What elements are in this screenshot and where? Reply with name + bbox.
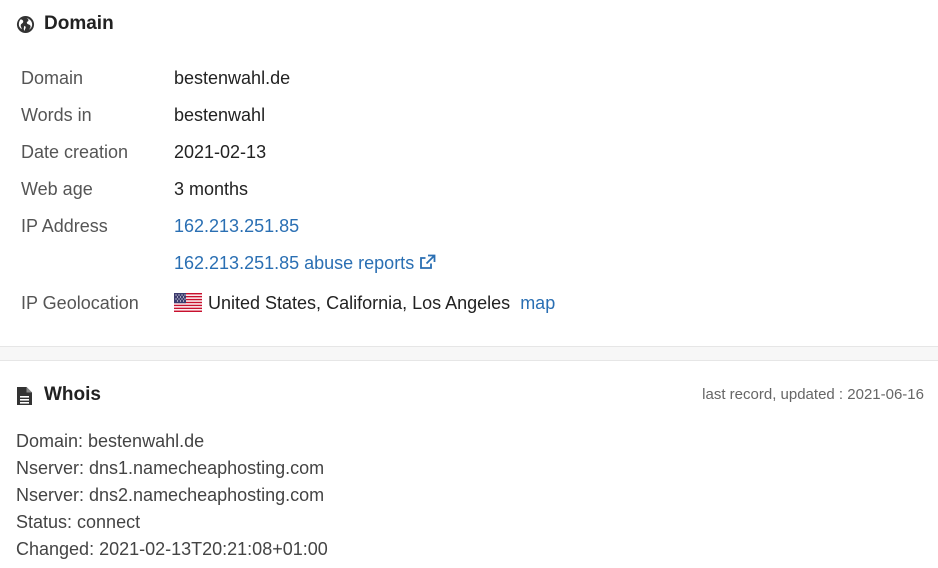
ip-address-link[interactable]: 162.213.251.85 <box>174 216 299 236</box>
domain-info-table: Domain bestenwahl.de Words in bestenwahl… <box>21 60 555 324</box>
document-icon <box>16 386 35 405</box>
table-row-ip-address: IP Address 162.213.251.85 <box>21 208 555 245</box>
domain-section: Domain Domain bestenwahl.de Words in bes… <box>0 0 938 346</box>
whois-section-header: Whois <box>16 384 101 406</box>
ip-geolocation-value: United States, California, Los Angeles <box>208 292 511 313</box>
web-age-label: Web age <box>21 179 93 199</box>
whois-section-title: Whois <box>44 384 101 405</box>
table-row-domain: Domain bestenwahl.de <box>21 60 555 97</box>
whois-line: Domain: bestenwahl.de <box>16 431 205 451</box>
domain-label: Domain <box>21 68 84 88</box>
abuse-reports-link-text: 162.213.251.85 abuse reports <box>174 252 415 273</box>
external-link-icon <box>419 254 436 275</box>
whois-line: Changed: 2021-02-13T20:21:08+01:00 <box>16 539 328 559</box>
table-row-date-creation: Date creation 2021-02-13 <box>21 134 555 171</box>
whois-updated-text: last record, updated : 2021-06-16 <box>702 386 924 403</box>
whois-line: Nserver: dns1.namecheaphosting.com <box>16 458 325 478</box>
date-creation-value: 2021-02-13 <box>174 142 267 162</box>
table-row-ip-geolocation: IP Geolocation United States, California… <box>21 282 555 324</box>
map-link[interactable]: map <box>520 293 555 313</box>
globe-icon <box>16 15 35 34</box>
words-in-label: Words in <box>21 105 92 125</box>
table-row-abuse-reports: 162.213.251.85 abuse reports <box>21 245 555 282</box>
whois-line: Status: connect <box>16 512 141 532</box>
us-flag-icon <box>174 292 202 312</box>
table-row-words-in: Words in bestenwahl <box>21 97 555 134</box>
table-row-web-age: Web age 3 months <box>21 171 555 208</box>
whois-section: Whois last record, updated : 2021-06-16 … <box>0 361 938 568</box>
abuse-label <box>21 245 174 282</box>
whois-line: Nserver: dns2.namecheaphosting.com <box>16 485 325 505</box>
ip-address-label: IP Address <box>21 216 108 236</box>
whois-record: Domain: bestenwahl.de Nserver: dns1.name… <box>16 428 328 563</box>
web-age-value: 3 months <box>174 179 249 199</box>
section-divider <box>0 346 938 361</box>
domain-section-title: Domain <box>44 13 114 34</box>
ip-geolocation-label: IP Geolocation <box>21 292 139 313</box>
words-in-value: bestenwahl <box>174 105 266 125</box>
domain-value: bestenwahl.de <box>174 68 291 88</box>
date-creation-label: Date creation <box>21 142 129 162</box>
domain-section-header: Domain <box>16 13 114 35</box>
abuse-reports-link[interactable]: 162.213.251.85 abuse reports <box>174 253 436 273</box>
